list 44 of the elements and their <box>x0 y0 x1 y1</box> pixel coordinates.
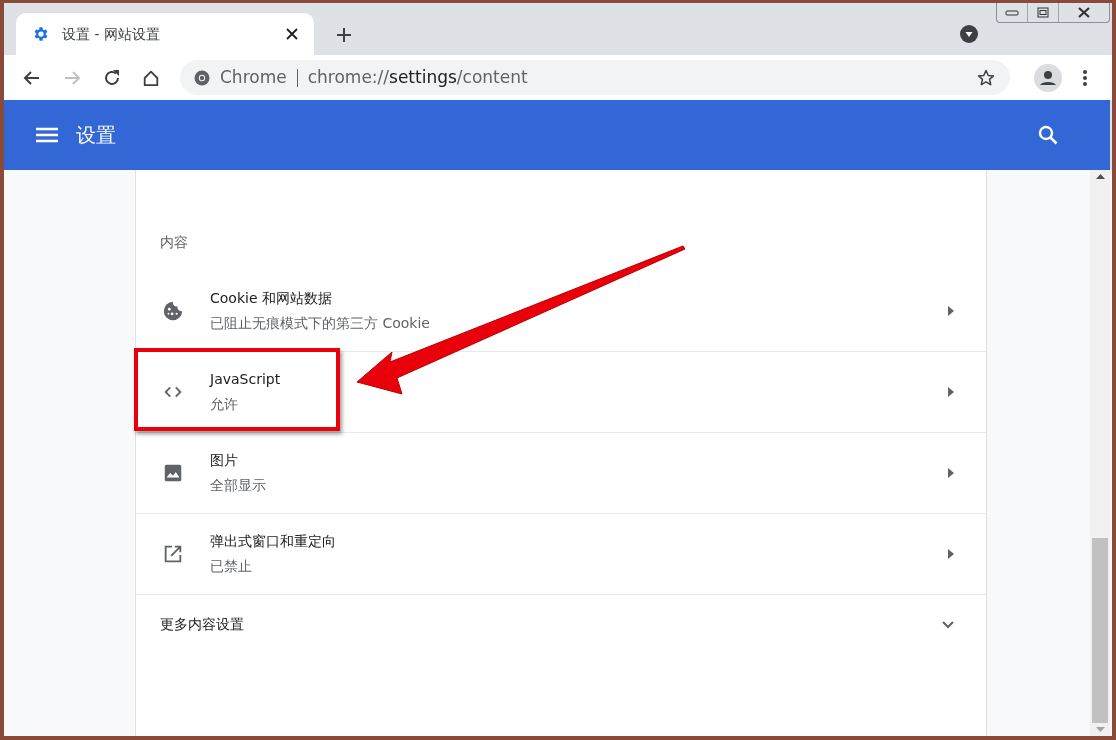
reload-icon[interactable] <box>102 67 122 88</box>
row-title: 更多内容设置 <box>160 615 245 634</box>
site-origin: Chrome <box>220 65 287 89</box>
row-subtitle: 全部显示 <box>210 476 267 495</box>
settings-row[interactable]: 弹出式窗口和重定向 已禁止 <box>136 513 986 594</box>
profile-avatar-icon[interactable] <box>1034 63 1062 92</box>
caret-icon <box>948 468 954 478</box>
browser-tab[interactable]: 设置 - 网站设置 <box>16 13 314 55</box>
gear-icon <box>32 25 50 43</box>
menu-icon[interactable] <box>36 127 58 143</box>
tab-search-icon[interactable] <box>960 25 978 43</box>
caret-icon <box>948 549 954 559</box>
scrollbar-thumb[interactable] <box>1092 538 1108 723</box>
close-icon[interactable] <box>286 28 298 40</box>
row-subtitle: 允许 <box>210 395 239 414</box>
row-title: JavaScript <box>210 370 282 389</box>
row-subtitle: 已阻止无痕模式下的第三方 Cookie <box>210 313 431 333</box>
caret-icon <box>948 387 954 397</box>
new-tab-icon[interactable] <box>336 27 352 43</box>
more-menu-icon[interactable] <box>1082 68 1088 87</box>
star-icon[interactable] <box>976 67 996 88</box>
scroll-up-icon[interactable] <box>1095 174 1105 179</box>
tab-title: 设置 - 网站设置 <box>62 24 161 44</box>
home-icon[interactable] <box>142 68 160 87</box>
maximize-icon <box>1037 7 1049 18</box>
settings-row[interactable]: 图片 全部显示 <box>136 432 986 513</box>
expand-row[interactable]: 更多内容设置 <box>136 594 986 654</box>
caret-icon <box>948 305 954 316</box>
chrome-logo-icon <box>194 69 210 86</box>
search-icon[interactable] <box>1038 125 1058 145</box>
minimize-icon <box>1005 9 1019 16</box>
page-title: 设置 <box>76 122 116 149</box>
cookie-icon <box>162 299 184 322</box>
row-subtitle: 已禁止 <box>210 557 253 576</box>
settings-row[interactable]: Cookie 和网站数据 已阻止无痕模式下的第三方 Cookie <box>136 270 986 351</box>
close-icon <box>1077 7 1091 18</box>
section-title: 内容 <box>159 233 189 252</box>
address-bar[interactable]: Chrome chrome://settings/content <box>180 60 1010 95</box>
row-title: 图片 <box>210 451 239 470</box>
row-title: Cookie 和网站数据 <box>210 288 333 308</box>
external-link-icon <box>162 543 184 565</box>
image-icon <box>162 462 184 484</box>
row-title: 弹出式窗口和重定向 <box>210 532 337 551</box>
url-text: chrome://settings/content <box>307 65 528 89</box>
